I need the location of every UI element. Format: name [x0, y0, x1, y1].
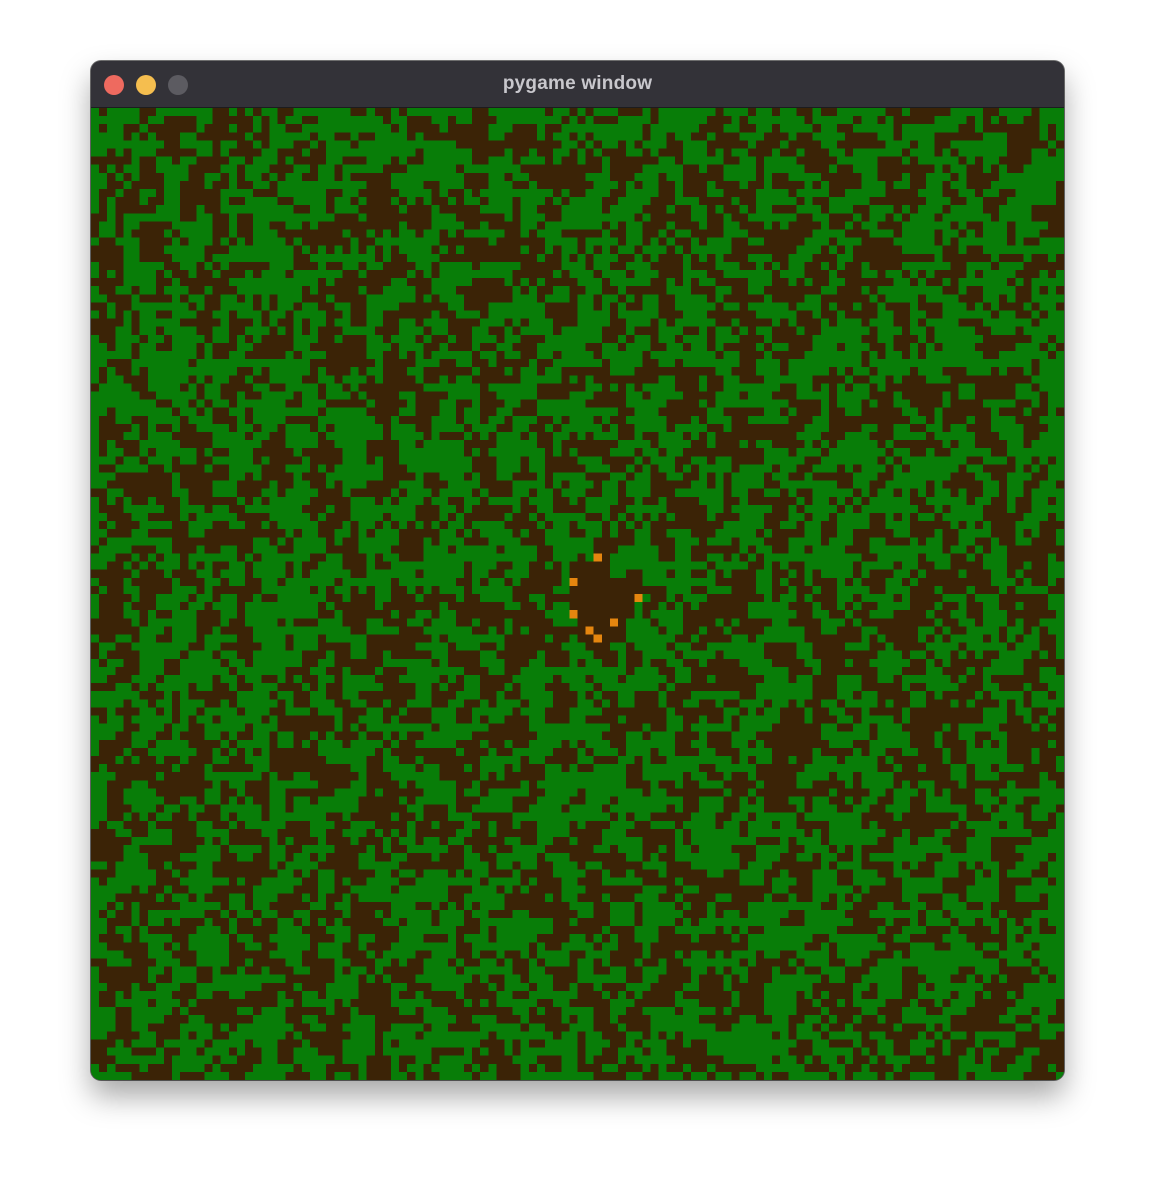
window-title: pygame window	[502, 73, 653, 94]
title-bar[interactable]: pygame window	[91, 61, 1064, 108]
cellular-grid-canvas[interactable]	[91, 108, 1064, 1080]
game-canvas-area[interactable]	[91, 108, 1064, 1080]
pygame-window: pygame window	[91, 61, 1064, 1080]
